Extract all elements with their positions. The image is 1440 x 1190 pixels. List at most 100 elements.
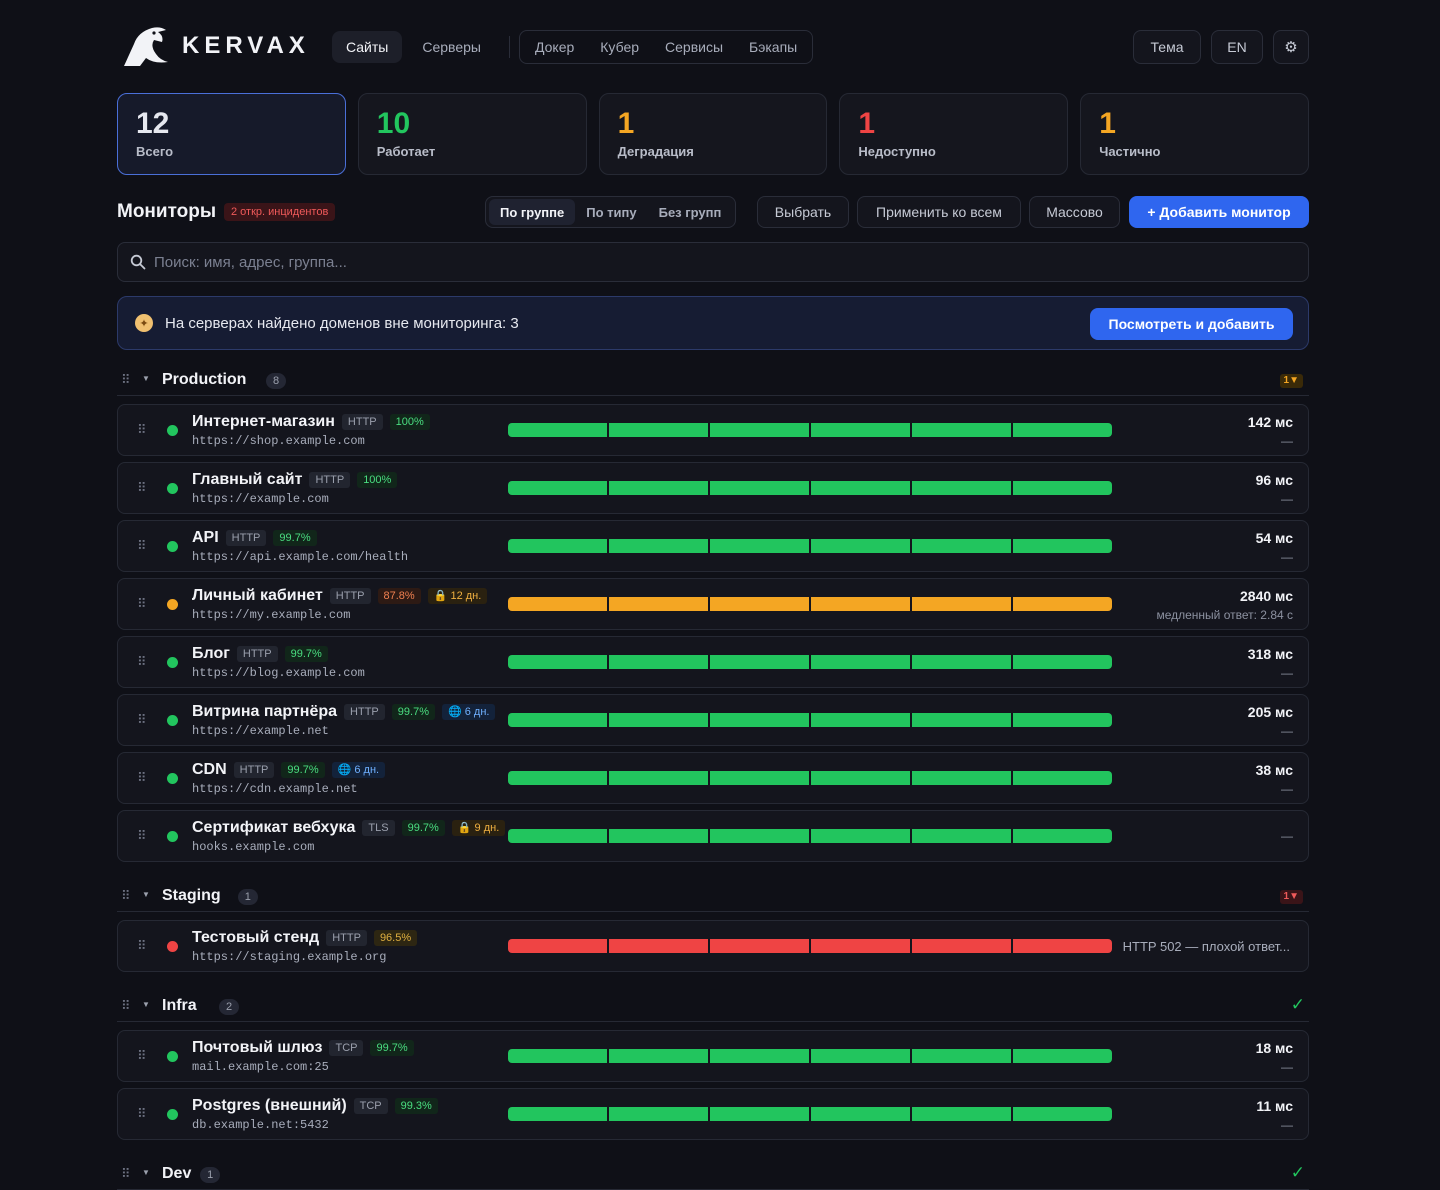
drag-handle-icon[interactable]: ⠿ [137,480,147,496]
uptime-segment[interactable] [609,771,708,785]
uptime-segment[interactable] [609,423,708,437]
uptime-segment[interactable] [710,1107,809,1121]
uptime-segment[interactable] [912,713,1011,727]
nav-sites[interactable]: Сайты [332,31,403,63]
monitor-row[interactable]: ⠿ Личный кабинет HTTP 87.8% 🔒 12 дн. https://… [117,578,1309,630]
no-grouping[interactable]: Без групп [648,199,733,225]
uptime-segment[interactable] [912,423,1011,437]
monitor-row[interactable]: ⠿ CDN HTTP 99.7% 🌐 6 дн. https://cdn.example.… [117,752,1309,804]
uptime-segment[interactable] [811,771,910,785]
uptime-segment[interactable] [508,939,607,953]
uptime-segment[interactable] [609,713,708,727]
monitor-row[interactable]: ⠿ Почтовый шлюз TCP 99.7% mail.example.com:2… [117,1030,1309,1082]
uptime-segment[interactable] [508,539,607,553]
drag-handle-icon[interactable]: ⠿ [137,1106,147,1122]
uptime-segment[interactable] [1013,713,1112,727]
monitor-row[interactable]: ⠿ Интернет-магазин HTTP 100% https://shop.ex… [117,404,1309,456]
language-button[interactable]: EN [1211,30,1263,64]
stat-card[interactable]: 1 Недоступно [839,93,1069,175]
theme-button[interactable]: Тема [1133,30,1201,64]
uptime-segment[interactable] [912,655,1011,669]
nav-kuber[interactable]: Кубер [587,32,652,62]
stat-card[interactable]: 10 Работает [357,93,587,175]
uptime-segment[interactable] [609,655,708,669]
monitor-row[interactable]: ⠿ Главный сайт HTTP 100% https://example.com… [117,462,1309,514]
incidents-badge[interactable]: 2 откр. инцидентов [224,203,336,221]
apply-all-button[interactable]: Применить ко всем [857,196,1021,228]
drag-handle-icon[interactable]: ⠿ [137,538,147,554]
uptime-segment[interactable] [912,1049,1011,1063]
uptime-segment[interactable] [508,1049,607,1063]
uptime-segment[interactable] [609,1107,708,1121]
drag-handle-icon[interactable]: ⠿ [121,888,130,904]
monitor-name[interactable]: Postgres (внешний) [192,1097,347,1115]
uptime-segment[interactable] [609,939,708,953]
select-button[interactable]: Выбрать [757,196,849,228]
uptime-segment[interactable] [508,423,607,437]
uptime-segment[interactable] [710,655,809,669]
monitor-name[interactable]: API [192,529,219,547]
caret-down-icon[interactable]: ▼ [142,1000,150,1009]
uptime-segment[interactable] [912,597,1011,611]
uptime-segment[interactable] [811,829,910,843]
uptime-segment[interactable] [508,597,607,611]
stat-card[interactable]: 12 Всего [117,93,346,175]
uptime-segment[interactable] [912,939,1011,953]
uptime-segment[interactable] [710,1049,809,1063]
uptime-segment[interactable] [1013,829,1112,843]
stat-card[interactable]: 1 Частично [1080,93,1309,175]
uptime-segment[interactable] [1013,1107,1112,1121]
search-input[interactable] [154,253,1308,271]
uptime-segment[interactable] [609,597,708,611]
uptime-segment[interactable] [508,1107,607,1121]
drag-handle-icon[interactable]: ⠿ [121,998,130,1014]
nav-backups[interactable]: Бэкапы [736,32,810,62]
uptime-segment[interactable] [912,539,1011,553]
nav-services[interactable]: Сервисы [652,32,736,62]
uptime-segment[interactable] [811,539,910,553]
monitor-name[interactable]: Витрина партнёра [192,703,337,721]
uptime-segment[interactable] [811,597,910,611]
drag-handle-icon[interactable]: ⠿ [137,596,147,612]
uptime-segment[interactable] [710,939,809,953]
nav-servers[interactable]: Серверы [408,31,495,63]
uptime-segment[interactable] [508,713,607,727]
drag-handle-icon[interactable]: ⠿ [137,712,147,728]
uptime-segment[interactable] [710,771,809,785]
group-by-type[interactable]: По типу [575,199,647,225]
uptime-segment[interactable] [710,713,809,727]
group-by-group[interactable]: По группе [489,199,576,225]
uptime-segment[interactable] [811,481,910,495]
uptime-segment[interactable] [508,771,607,785]
uptime-segment[interactable] [1013,1049,1112,1063]
settings-button[interactable]: ⚙ [1273,30,1309,64]
monitor-name[interactable]: Интернет-магазин [192,413,335,431]
uptime-segment[interactable] [609,1049,708,1063]
caret-down-icon[interactable]: ▼ [142,374,150,383]
uptime-segment[interactable] [811,1107,910,1121]
monitor-row[interactable]: ⠿ Postgres (внешний) TCP 99.3% db.example.ne… [117,1088,1309,1140]
nav-docker[interactable]: Докер [522,32,587,62]
uptime-segment[interactable] [811,423,910,437]
logo[interactable]: KERVAX [120,24,310,68]
uptime-segment[interactable] [609,829,708,843]
uptime-segment[interactable] [508,829,607,843]
uptime-segment[interactable] [609,539,708,553]
monitor-row[interactable]: ⠿ API HTTP 99.7% https://api.example.com/hea… [117,520,1309,572]
view-and-add-button[interactable]: Посмотреть и добавить [1090,308,1293,340]
uptime-segment[interactable] [710,481,809,495]
uptime-segment[interactable] [710,597,809,611]
monitor-row[interactable]: ⠿ Витрина партнёра HTTP 99.7% 🌐 6 дн. https:/… [117,694,1309,746]
caret-down-icon[interactable]: ▼ [142,890,150,899]
uptime-segment[interactable] [1013,539,1112,553]
uptime-segment[interactable] [1013,771,1112,785]
uptime-segment[interactable] [912,829,1011,843]
bulk-button[interactable]: Массово [1029,196,1120,228]
drag-handle-icon[interactable]: ⠿ [137,770,147,786]
drag-handle-icon[interactable]: ⠿ [137,654,147,670]
monitor-name[interactable]: Тестовый стенд [192,929,319,947]
monitor-name[interactable]: Главный сайт [192,471,302,489]
uptime-segment[interactable] [811,655,910,669]
caret-down-icon[interactable]: ▼ [142,1168,150,1177]
drag-handle-icon[interactable]: ⠿ [137,1048,147,1064]
